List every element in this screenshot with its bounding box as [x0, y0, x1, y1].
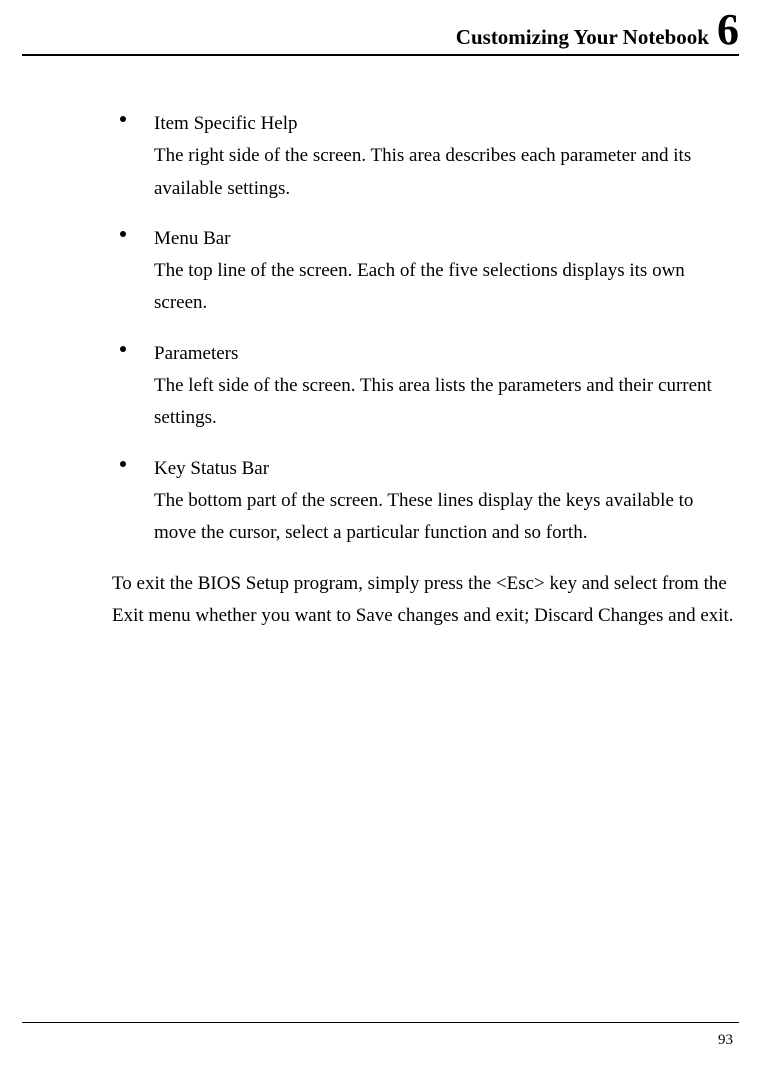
main-content: Item Specific Help The right side of the…: [112, 108, 739, 632]
list-item: Parameters The left side of the screen. …: [112, 338, 739, 435]
bullet-icon: [120, 346, 126, 352]
bullet-icon: [120, 116, 126, 122]
chapter-number: 6: [717, 8, 739, 52]
chapter-title: Customizing Your Notebook: [456, 25, 709, 50]
item-description: The bottom part of the screen. These lin…: [154, 485, 739, 550]
list-item: Item Specific Help The right side of the…: [112, 108, 739, 205]
page-number: 93: [718, 1032, 733, 1049]
item-title: Key Status Bar: [154, 453, 739, 485]
footer-divider: [22, 1022, 739, 1023]
item-description: The left side of the screen. This area l…: [154, 370, 739, 435]
item-description: The right side of the screen. This area …: [154, 140, 739, 205]
bullet-icon: [120, 231, 126, 237]
item-title: Parameters: [154, 338, 739, 370]
exit-paragraph: To exit the BIOS Setup program, simply p…: [112, 568, 739, 633]
bullet-icon: [120, 461, 126, 467]
item-title: Menu Bar: [154, 223, 739, 255]
item-description: The top line of the screen. Each of the …: [154, 255, 739, 320]
header-divider: [22, 54, 739, 56]
list-item: Key Status Bar The bottom part of the sc…: [112, 453, 739, 550]
page-header: Customizing Your Notebook 6: [456, 8, 739, 52]
item-title: Item Specific Help: [154, 108, 739, 140]
list-item: Menu Bar The top line of the screen. Eac…: [112, 223, 739, 320]
